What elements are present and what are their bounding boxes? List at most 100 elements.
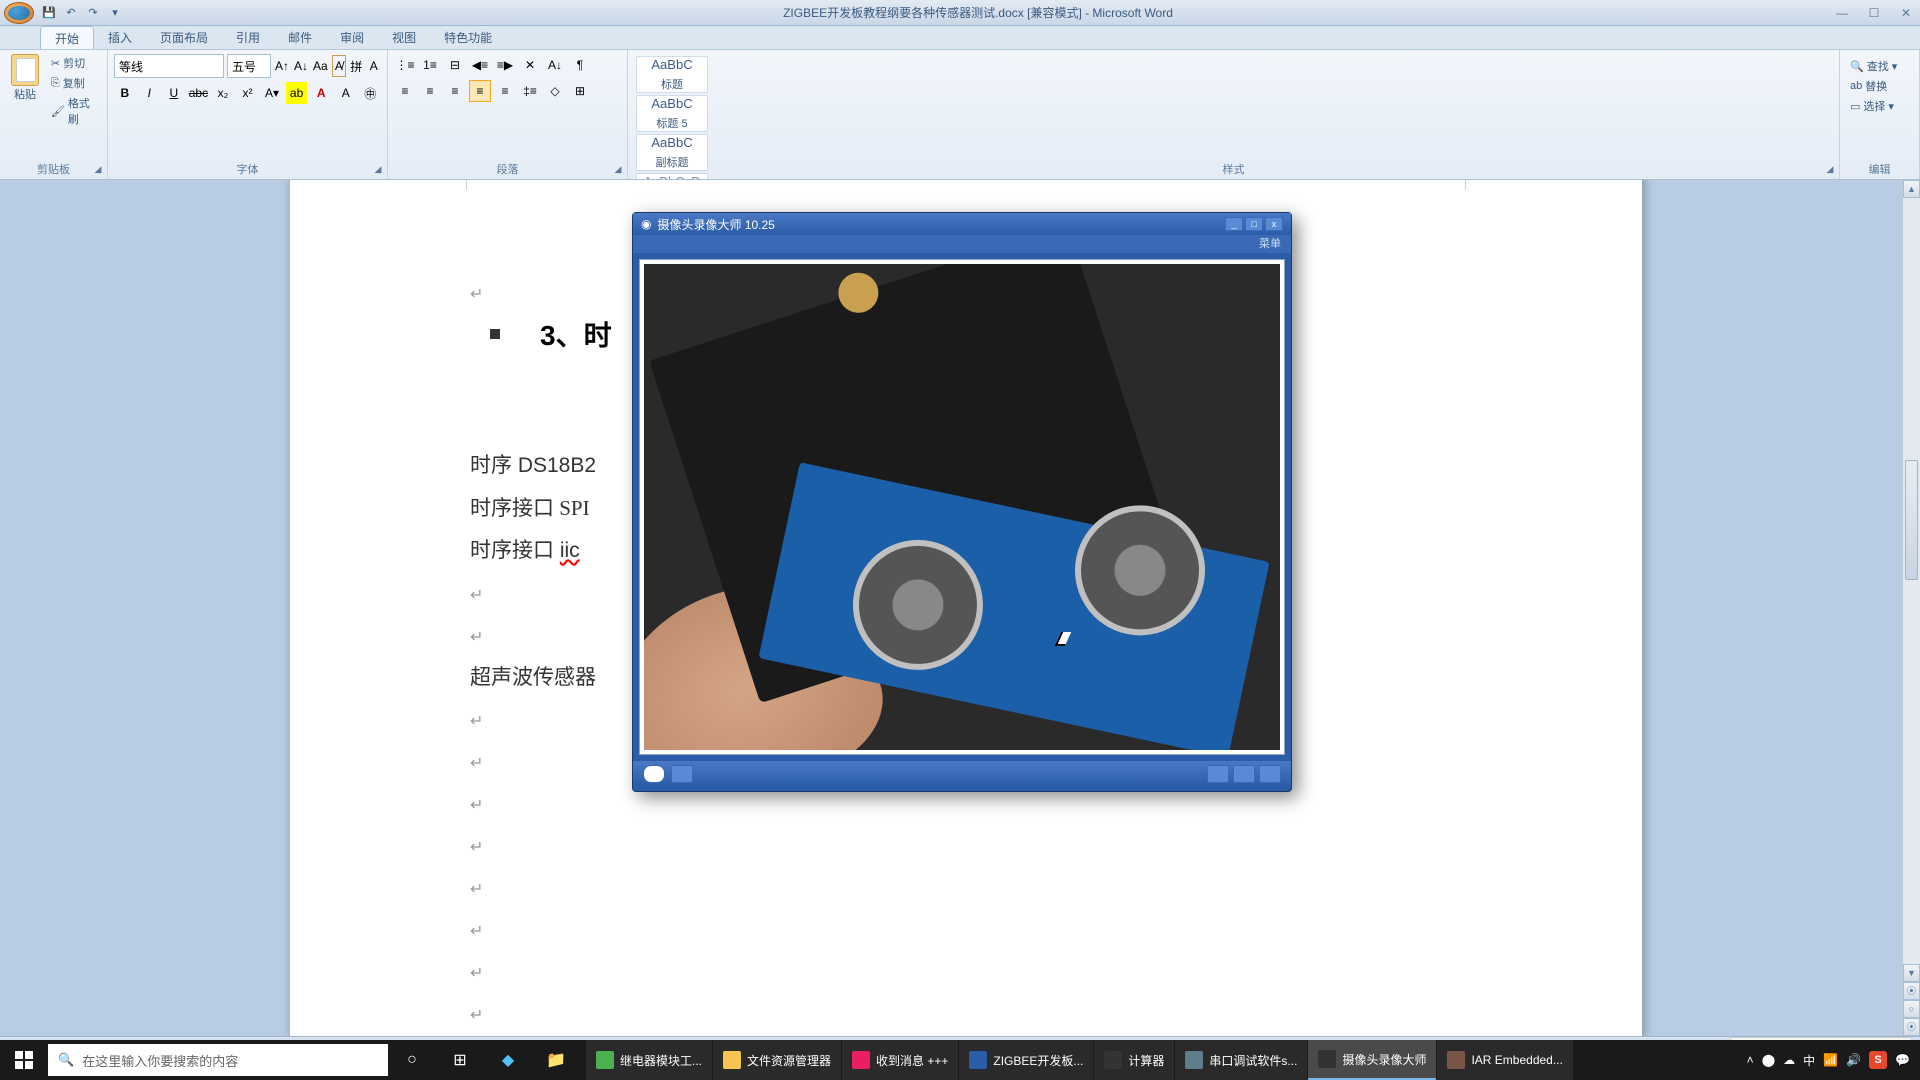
shrink-font-button[interactable]: A↓ [293, 55, 309, 77]
clipboard-dialog-launcher[interactable]: ◢ [92, 164, 104, 176]
tab-home[interactable]: 开始 [40, 26, 94, 49]
vertical-scrollbar[interactable]: ▲ ▼ ⦿ ○ ⦿ [1902, 180, 1920, 1036]
font-name-select[interactable] [114, 54, 224, 78]
webcam-record-button[interactable] [643, 765, 665, 783]
phonetic-button[interactable]: 拼 [349, 55, 363, 77]
explorer-icon[interactable]: 📁 [532, 1040, 580, 1080]
tab-special[interactable]: 特色功能 [430, 26, 506, 49]
taskbar-task[interactable]: 计算器 [1094, 1040, 1174, 1080]
tray-app-icon[interactable]: ⬤ [1762, 1053, 1775, 1067]
borders-button[interactable]: ⊞ [569, 80, 591, 102]
char-shading-button[interactable]: A [335, 82, 357, 104]
tab-review[interactable]: 审阅 [326, 26, 378, 49]
distributed-button[interactable]: ≡ [494, 80, 516, 102]
text-effects-button[interactable]: A▾ [261, 82, 283, 104]
tray-volume-icon[interactable]: 🔊 [1846, 1053, 1861, 1067]
multilevel-button[interactable]: ⊟ [444, 54, 466, 76]
webcam-menu-button[interactable]: 菜单 [633, 235, 1291, 253]
styles-dialog-launcher[interactable]: ◢ [1824, 164, 1836, 176]
tab-layout[interactable]: 页面布局 [146, 26, 222, 49]
webcam-settings-button[interactable] [1259, 765, 1281, 783]
start-button[interactable] [0, 1040, 48, 1080]
tray-expand-icon[interactable]: ˄ [1747, 1053, 1754, 1067]
highlight-button[interactable]: ab [286, 82, 308, 104]
show-marks-button[interactable]: ¶ [569, 54, 591, 76]
style-item[interactable]: AaBbC标题 [636, 56, 708, 93]
enclose-char-button[interactable]: ㊥ [359, 82, 381, 104]
save-icon[interactable]: 💾 [40, 4, 58, 22]
italic-button[interactable]: I [139, 82, 161, 104]
cut-button[interactable]: ✂剪切 [48, 54, 101, 72]
font-size-select[interactable] [227, 54, 271, 78]
taskbar-task[interactable]: IAR Embedded... [1437, 1040, 1572, 1080]
subscript-button[interactable]: x₂ [212, 82, 234, 104]
undo-icon[interactable]: ↶ [62, 4, 80, 22]
tray-notification-icon[interactable]: 💬 [1895, 1053, 1910, 1067]
style-item[interactable]: AaBbC标题 5 [636, 95, 708, 132]
clear-format-button[interactable]: A̸ [332, 55, 346, 77]
browse-object-button[interactable]: ○ [1903, 1000, 1920, 1018]
redo-icon[interactable]: ↷ [84, 4, 102, 22]
minimize-button[interactable]: — [1832, 5, 1852, 21]
align-right-button[interactable]: ≡ [444, 80, 466, 102]
scroll-down-button[interactable]: ▼ [1903, 964, 1920, 982]
paste-button[interactable]: 粘贴 [6, 54, 44, 128]
superscript-button[interactable]: x² [237, 82, 259, 104]
webcam-snapshot-button[interactable] [1207, 765, 1229, 783]
qat-dropdown-icon[interactable]: ▾ [106, 4, 124, 22]
bullets-button[interactable]: ⋮≡ [394, 54, 416, 76]
copy-button[interactable]: ⎘复制 [48, 74, 101, 92]
webcam-maximize-button[interactable]: □ [1245, 217, 1263, 231]
grow-font-button[interactable]: A↑ [274, 55, 290, 77]
taskbar-task[interactable]: 文件资源管理器 [713, 1040, 841, 1080]
font-dialog-launcher[interactable]: ◢ [372, 164, 384, 176]
tray-network-icon[interactable]: 📶 [1823, 1053, 1838, 1067]
tab-mailings[interactable]: 邮件 [274, 26, 326, 49]
close-button[interactable]: ✕ [1896, 5, 1916, 21]
webcam-fullscreen-button[interactable] [1233, 765, 1255, 783]
change-case-button[interactable]: Aa [312, 55, 329, 77]
maximize-button[interactable]: ☐ [1864, 5, 1884, 21]
decrease-indent-button[interactable]: ◀≡ [469, 54, 491, 76]
taskbar-task[interactable]: 继电器模块工... [586, 1040, 712, 1080]
underline-button[interactable]: U [163, 82, 185, 104]
tray-ime-icon[interactable]: 中 [1803, 1052, 1815, 1069]
pinned-app-icon[interactable]: ◆ [484, 1040, 532, 1080]
align-center-button[interactable]: ≡ [419, 80, 441, 102]
taskbar-task[interactable]: ZIGBEE开发板... [959, 1040, 1093, 1080]
webcam-close-button[interactable]: x [1265, 217, 1283, 231]
asian-layout-button[interactable]: ✕ [519, 54, 541, 76]
tab-view[interactable]: 视图 [378, 26, 430, 49]
numbering-button[interactable]: 1≡ [419, 54, 441, 76]
webcam-pause-button[interactable] [671, 765, 693, 783]
replace-button[interactable]: ab替换 [1846, 76, 1913, 96]
office-button[interactable] [4, 2, 34, 24]
next-page-button[interactable]: ⦿ [1903, 1018, 1920, 1036]
find-button[interactable]: 🔍查找▾ [1846, 56, 1913, 76]
tray-sogou-icon[interactable]: S [1869, 1051, 1887, 1069]
taskbar-search[interactable]: 🔍 在这里输入你要搜索的内容 [48, 1044, 388, 1076]
scroll-thumb[interactable] [1905, 460, 1918, 580]
increase-indent-button[interactable]: ≡▶ [494, 54, 516, 76]
bold-button[interactable]: B [114, 82, 136, 104]
cortana-icon[interactable]: ○ [388, 1040, 436, 1080]
align-left-button[interactable]: ≡ [394, 80, 416, 102]
line-spacing-button[interactable]: ‡≡ [519, 80, 541, 102]
heading-text[interactable]: 3、时 [540, 314, 612, 354]
shading-button[interactable]: ◇ [544, 80, 566, 102]
prev-page-button[interactable]: ⦿ [1903, 982, 1920, 1000]
strikethrough-button[interactable]: abc [188, 82, 210, 104]
tab-references[interactable]: 引用 [222, 26, 274, 49]
scroll-up-button[interactable]: ▲ [1903, 180, 1920, 198]
tab-insert[interactable]: 插入 [94, 26, 146, 49]
webcam-titlebar[interactable]: ◉ 摄像头录像大师 10.25 _ □ x [633, 213, 1291, 235]
taskbar-task[interactable]: 串口调试软件s... [1175, 1040, 1307, 1080]
webcam-minimize-button[interactable]: _ [1225, 217, 1243, 231]
format-painter-button[interactable]: 🖌格式刷 [48, 94, 101, 128]
paragraph-dialog-launcher[interactable]: ◢ [612, 164, 624, 176]
webcam-window[interactable]: ◉ 摄像头录像大师 10.25 _ □ x 菜单 [632, 212, 1292, 792]
taskbar-task[interactable]: 收到消息 +++ [842, 1040, 958, 1080]
tray-onedrive-icon[interactable]: ☁ [1783, 1053, 1795, 1067]
select-button[interactable]: ▭选择▾ [1846, 96, 1913, 116]
task-view-icon[interactable]: ⊞ [436, 1040, 484, 1080]
